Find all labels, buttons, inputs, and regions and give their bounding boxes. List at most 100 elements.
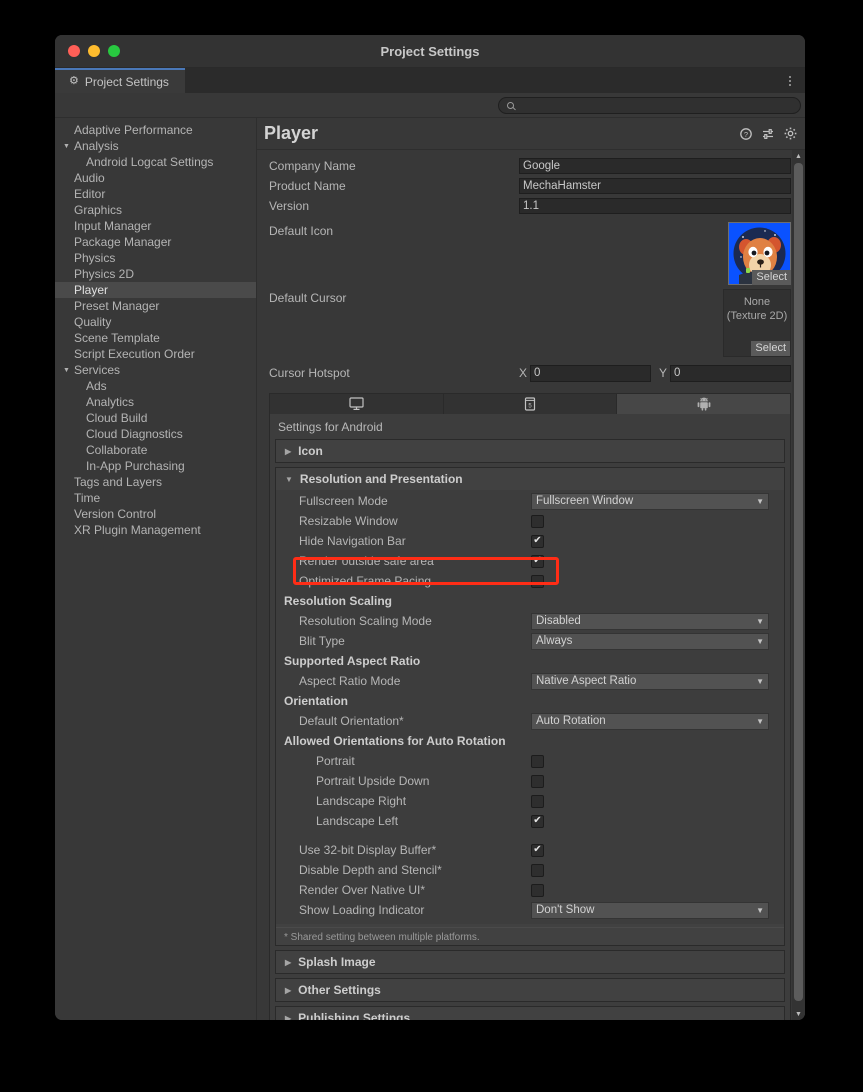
sidebar-item-cloud-diagnostics[interactable]: Cloud Diagnostics (55, 426, 256, 442)
landscape-left-checkbox-checked[interactable]: ✔ (531, 815, 544, 828)
setting-row-blit-type[interactable]: Blit TypeAlways▼ (276, 631, 784, 651)
disable-depth-and-stencil--checkbox[interactable] (531, 864, 544, 877)
close-button-icon[interactable] (68, 45, 80, 57)
setting-row-use-32-bit-display-buffer-[interactable]: Use 32-bit Display Buffer*✔ (276, 840, 784, 860)
section-other-header[interactable]: ▶ Other Settings (276, 979, 784, 1001)
landscape-right-checkbox[interactable] (531, 795, 544, 808)
hotspot-x-input[interactable]: 0 (530, 365, 651, 382)
sidebar-item-version-control[interactable]: Version Control (55, 506, 256, 522)
default-orientation--dropdown[interactable]: Auto Rotation▼ (531, 713, 769, 730)
section-other-settings[interactable]: ▶ Other Settings (275, 978, 785, 1002)
render-outside-safe-area-checkbox-checked[interactable]: ✔ (531, 555, 544, 568)
setting-row-optimized-frame-pacing[interactable]: Optimized Frame Pacing (276, 571, 784, 591)
search-box[interactable] (498, 97, 801, 114)
sidebar-item-tags-and-layers[interactable]: Tags and Layers (55, 474, 256, 490)
preset-icon[interactable] (762, 128, 774, 140)
default-icon-select-button[interactable]: Select (752, 270, 791, 285)
platform-tab-webgl[interactable]: 5 (444, 394, 618, 414)
section-icon-header[interactable]: ▶ Icon (276, 440, 784, 462)
render-over-native-ui--checkbox[interactable] (531, 884, 544, 897)
setting-row-show-loading-indicator[interactable]: Show Loading IndicatorDon't Show▼ (276, 900, 784, 920)
settings-sidebar[interactable]: Adaptive Performance▼AnalysisAndroid Log… (55, 118, 257, 1020)
default-cursor-select-button[interactable]: Select (751, 341, 790, 356)
sidebar-item-services[interactable]: ▼Services (55, 362, 256, 378)
default-icon-picker[interactable]: Select (728, 222, 791, 285)
sidebar-item-adaptive-performance[interactable]: Adaptive Performance (55, 122, 256, 138)
section-icon[interactable]: ▶ Icon (275, 439, 785, 463)
sidebar-item-android-logcat-settings[interactable]: Android Logcat Settings (55, 154, 256, 170)
setting-row-fullscreen-mode[interactable]: Fullscreen ModeFullscreen Window▼ (276, 491, 784, 511)
scrollbar-thumb[interactable] (794, 163, 803, 1001)
product-name-input[interactable]: MechaHamster (519, 178, 791, 194)
sidebar-item-ads[interactable]: Ads (55, 378, 256, 394)
maximize-button-icon[interactable] (108, 45, 120, 57)
hide-navigation-bar-checkbox-checked[interactable]: ✔ (531, 535, 544, 548)
search-input[interactable] (519, 99, 792, 111)
aspect-ratio-mode-dropdown[interactable]: Native Aspect Ratio▼ (531, 673, 769, 690)
portrait-checkbox[interactable] (531, 755, 544, 768)
setting-row-portrait-upside-down[interactable]: Portrait Upside Down (276, 771, 784, 791)
default-cursor-picker[interactable]: None (Texture 2D) Select (723, 289, 791, 357)
sidebar-item-physics[interactable]: Physics (55, 250, 256, 266)
platform-tab-standalone[interactable] (270, 394, 444, 414)
sidebar-item-editor[interactable]: Editor (55, 186, 256, 202)
sidebar-item-preset-manager[interactable]: Preset Manager (55, 298, 256, 314)
setting-row-landscape-left[interactable]: Landscape Left✔ (276, 811, 784, 831)
platform-tab-bar[interactable]: 5 (270, 394, 790, 414)
chevron-down-icon[interactable]: ▼ (61, 367, 72, 374)
use-32-bit-display-buffer--checkbox-checked[interactable]: ✔ (531, 844, 544, 857)
gear-icon[interactable] (784, 127, 797, 140)
section-splash-header[interactable]: ▶ Splash Image (276, 951, 784, 973)
section-resolution-header[interactable]: ▼ Resolution and Presentation (276, 468, 784, 490)
sidebar-item-time[interactable]: Time (55, 490, 256, 506)
default-cursor-preview[interactable]: None (Texture 2D) Select (723, 289, 791, 357)
setting-row-resolution-scaling-mode[interactable]: Resolution Scaling ModeDisabled▼ (276, 611, 784, 631)
sidebar-item-collaborate[interactable]: Collaborate (55, 442, 256, 458)
sidebar-item-analytics[interactable]: Analytics (55, 394, 256, 410)
section-resolution-and-presentation[interactable]: ▼ Resolution and Presentation Fullscreen… (275, 467, 785, 946)
blit-type-dropdown[interactable]: Always▼ (531, 633, 769, 650)
sidebar-item-graphics[interactable]: Graphics (55, 202, 256, 218)
scroll-down-arrow-icon[interactable]: ▼ (792, 1008, 805, 1020)
minimize-button-icon[interactable] (88, 45, 100, 57)
vertical-scrollbar[interactable]: ▲ ▼ (792, 150, 805, 1020)
sidebar-item-xr-plugin-management[interactable]: XR Plugin Management (55, 522, 256, 538)
setting-row-landscape-right[interactable]: Landscape Right (276, 791, 784, 811)
help-icon[interactable]: ? (740, 128, 752, 140)
sidebar-item-package-manager[interactable]: Package Manager (55, 234, 256, 250)
setting-row-disable-depth-and-stencil-[interactable]: Disable Depth and Stencil* (276, 860, 784, 880)
fullscreen-mode-dropdown[interactable]: Fullscreen Window▼ (531, 493, 769, 510)
setting-row-portrait[interactable]: Portrait (276, 751, 784, 771)
setting-row-render-over-native-ui-[interactable]: Render Over Native UI* (276, 880, 784, 900)
setting-row-aspect-ratio-mode[interactable]: Aspect Ratio ModeNative Aspect Ratio▼ (276, 671, 784, 691)
version-input[interactable]: 1.1 (519, 198, 791, 214)
sidebar-item-physics-2d[interactable]: Physics 2D (55, 266, 256, 282)
platform-tab-android[interactable] (617, 394, 790, 414)
section-publishing-settings[interactable]: ▶ Publishing Settings (275, 1006, 785, 1020)
kebab-menu-icon[interactable] (779, 68, 801, 93)
setting-row-render-outside-safe-area[interactable]: Render outside safe area✔ (276, 551, 784, 571)
setting-row-hide-navigation-bar[interactable]: Hide Navigation Bar✔ (276, 531, 784, 551)
sidebar-item-audio[interactable]: Audio (55, 170, 256, 186)
sidebar-item-script-execution-order[interactable]: Script Execution Order (55, 346, 256, 362)
show-loading-indicator-dropdown[interactable]: Don't Show▼ (531, 902, 769, 919)
company-name-input[interactable]: Google (519, 158, 791, 174)
resolution-scaling-mode-dropdown[interactable]: Disabled▼ (531, 613, 769, 630)
sidebar-item-analysis[interactable]: ▼Analysis (55, 138, 256, 154)
tab-project-settings[interactable]: ⚙ Project Settings (55, 68, 185, 93)
setting-row-default-orientation-[interactable]: Default Orientation*Auto Rotation▼ (276, 711, 784, 731)
optimized-frame-pacing-checkbox[interactable] (531, 575, 544, 588)
setting-row-resizable-window[interactable]: Resizable Window (276, 511, 784, 531)
sidebar-item-player[interactable]: Player (55, 282, 256, 298)
scroll-up-arrow-icon[interactable]: ▲ (792, 150, 805, 162)
section-splash-image[interactable]: ▶ Splash Image (275, 950, 785, 974)
sidebar-item-scene-template[interactable]: Scene Template (55, 330, 256, 346)
section-publishing-header[interactable]: ▶ Publishing Settings (276, 1007, 784, 1020)
sidebar-item-input-manager[interactable]: Input Manager (55, 218, 256, 234)
hotspot-y-input[interactable]: 0 (670, 365, 791, 382)
sidebar-item-cloud-build[interactable]: Cloud Build (55, 410, 256, 426)
portrait-upside-down-checkbox[interactable] (531, 775, 544, 788)
sidebar-item-quality[interactable]: Quality (55, 314, 256, 330)
resizable-window-checkbox[interactable] (531, 515, 544, 528)
sidebar-item-in-app-purchasing[interactable]: In-App Purchasing (55, 458, 256, 474)
